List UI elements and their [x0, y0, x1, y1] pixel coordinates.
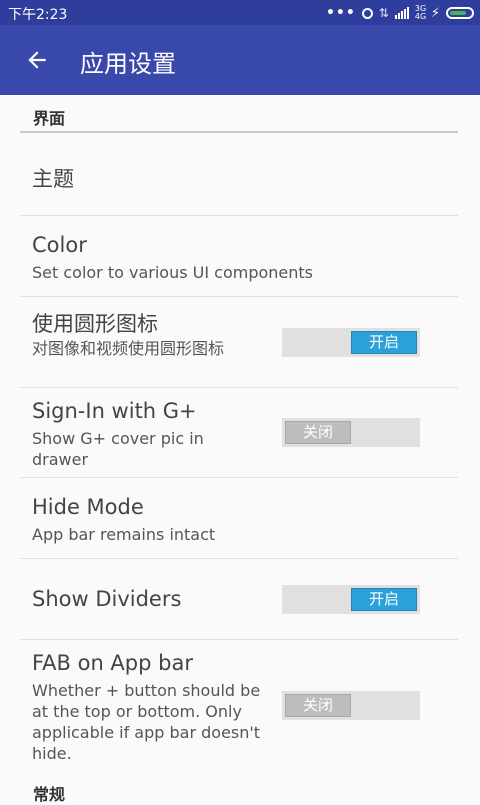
divider [20, 639, 458, 640]
pref-color-summary: Set color to various UI components [32, 263, 314, 282]
pref-signin-summary: Show G+ cover pic in drawer [32, 429, 204, 469]
data-transfer-icon: ⇅ [378, 6, 389, 20]
section-header-interface: 界面 [33, 109, 66, 128]
signal-strength-icon [394, 7, 409, 19]
pref-fab-summary: Whether + button should be at the top or… [32, 681, 261, 763]
divider [20, 387, 458, 388]
section-header-general: 常规 [33, 785, 66, 804]
battery-icon [446, 7, 474, 19]
divider [20, 477, 458, 478]
pref-round-icons-title[interactable]: 使用圆形图标 [32, 308, 158, 338]
app-bar: 应用设置 [0, 25, 480, 95]
divider [20, 296, 458, 297]
divider [20, 558, 458, 559]
page-title: 应用设置 [80, 50, 176, 78]
pref-theme-title[interactable]: 主题 [32, 163, 74, 193]
status-icons: ••• ⇅ 3G 4G ⚡ [326, 3, 474, 23]
charging-icon: ⚡ [430, 5, 440, 21]
alarm-icon [361, 7, 373, 19]
pref-hide-mode-title[interactable]: Hide Mode [32, 495, 144, 519]
toggle-thumb: 开启 [351, 588, 417, 611]
pref-hide-mode-summary: App bar remains intact [32, 525, 216, 544]
pref-signin-title[interactable]: Sign-In with G+ [32, 399, 197, 423]
pref-fab-title[interactable]: FAB on App bar [32, 651, 193, 675]
toggle-thumb: 关闭 [285, 694, 351, 717]
section-divider [20, 131, 458, 133]
round-icons-toggle[interactable]: 开启 [282, 328, 420, 357]
network-type-label: 3G 4G [414, 4, 427, 21]
pref-dividers-title[interactable]: Show Dividers [32, 587, 181, 611]
fab-toggle[interactable]: 关闭 [282, 691, 420, 720]
more-notifications-icon: ••• [325, 5, 356, 21]
pref-round-icons-summary: 对图像和视频使用圆形图标 [32, 339, 225, 358]
status-time: 下午2:23 [8, 7, 68, 23]
signin-toggle[interactable]: 关闭 [282, 418, 420, 447]
dividers-toggle[interactable]: 开启 [282, 585, 420, 614]
pref-color-title[interactable]: Color [32, 233, 87, 257]
toggle-thumb: 关闭 [285, 421, 351, 444]
toggle-thumb: 开启 [351, 331, 417, 354]
back-arrow-icon[interactable] [24, 47, 50, 73]
status-bar: 下午2:23 ••• ⇅ 3G 4G ⚡ [0, 0, 480, 25]
divider [20, 215, 458, 216]
